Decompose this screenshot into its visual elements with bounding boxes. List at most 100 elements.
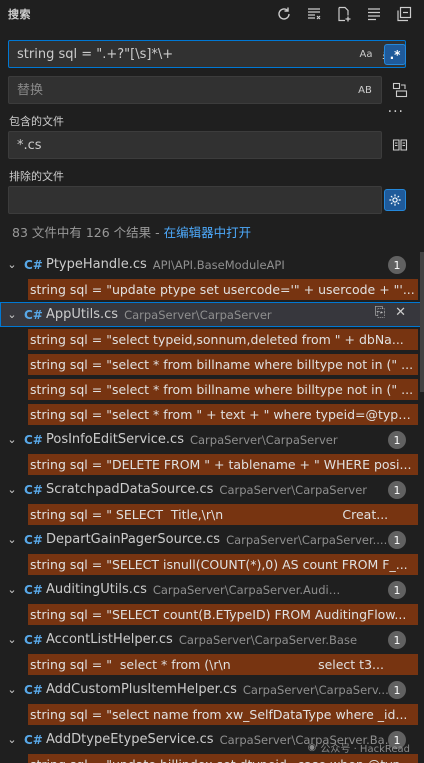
result-file-row[interactable]: ⌄ C# AuditingUtils.cs CarpaServer\CarpaServ… [0, 577, 424, 602]
match-text: string sql = " select * from (\r\n selec… [30, 657, 384, 672]
results-summary: 83 文件中有 126 个结果 - 在编辑器中打开 [12, 222, 251, 241]
include-files-label: 包含的文件 [9, 115, 64, 128]
result-file-row[interactable]: ⌄ C# PosInfoEditService.cs CarpaServer\Carp… [0, 427, 424, 452]
match-count-badge: 1 [388, 431, 406, 449]
include-box [8, 131, 382, 159]
match-text: string sql = "select * from billname whe… [30, 357, 414, 372]
result-file-path: API\API.BaseModuleAPI [152, 257, 285, 272]
chevron-down-icon[interactable]: ⌄ [4, 733, 20, 746]
result-file-row[interactable]: ⌄ C# AccontListHelper.cs CarpaServer\CarpaS… [0, 627, 424, 652]
match-count-badge: 1 [388, 531, 406, 549]
result-match-row[interactable]: string sql = "SELECT isnull(COUNT(*),0) … [0, 552, 424, 577]
result-file-path: CarpaServer\CarpaServ... [242, 682, 389, 697]
exclude-files-input[interactable] [17, 192, 375, 208]
chevron-down-icon[interactable]: ⌄ [4, 308, 20, 321]
toggle-search-details-icon[interactable]: ··· [388, 104, 404, 120]
view-as-tree-icon[interactable] [362, 3, 386, 25]
match-text: string sql = "select * from billname whe… [30, 382, 414, 397]
result-file-name: ScratchpadDataSource.cs [46, 482, 214, 497]
wechat-icon: ◉ [307, 742, 317, 753]
result-file-name: AddCustomPlusItemHelper.cs [46, 682, 237, 697]
search-only-open-editors-icon[interactable] [390, 135, 410, 155]
watermark-text: 公众号 · HackRead [320, 744, 410, 755]
exclude-files-label: 排除的文件 [9, 170, 64, 183]
csharp-file-icon: C# [24, 532, 43, 547]
csharp-file-icon: C# [24, 307, 43, 322]
results-tree: ⌄ C# PtypeHandle.cs API\API.BaseModuleAPI 1 s… [0, 252, 424, 763]
chevron-down-icon[interactable]: ⌄ [4, 633, 20, 646]
result-file-row[interactable]: ⌄ C# AppUtils.cs CarpaServer\CarpaServer ⎘ ✕ [0, 302, 424, 327]
chevron-down-icon[interactable]: ⌄ [4, 433, 20, 446]
result-file-row[interactable]: ⌄ C# AddCustomPlusItemHelper.cs CarpaServer… [0, 677, 424, 702]
result-file-name: DepartGainPagerSource.cs [46, 532, 221, 547]
chevron-down-icon[interactable]: ⌄ [4, 583, 20, 596]
replace-input[interactable] [17, 82, 355, 98]
collapse-all-icon[interactable] [392, 3, 416, 25]
result-file-name: AppUtils.cs [46, 307, 119, 322]
new-search-editor-icon[interactable] [332, 3, 356, 25]
chevron-down-icon[interactable]: ⌄ [4, 683, 20, 696]
result-file-path: CarpaServer\CarpaServer.Base [178, 632, 358, 647]
result-match-row[interactable]: string sql = "select typeid,sonnum,delet… [0, 327, 424, 352]
result-file-name: AccontListHelper.cs [46, 632, 173, 647]
result-match-row[interactable]: string sql = "DELETE FROM " + tablename … [0, 452, 424, 477]
match-text: string sql = " SELECT Title,\r\n Creat..… [30, 507, 389, 522]
result-file-name: PosInfoEditService.cs [46, 432, 184, 447]
result-file-name: AuditingUtils.cs [46, 582, 147, 597]
result-match-row[interactable]: string sql = " SELECT Title,\r\n Creat..… [0, 502, 424, 527]
match-text: string sql = "SELECT count(B.ETypeID) FR… [30, 607, 407, 622]
refresh-icon[interactable] [272, 3, 296, 25]
results-scrollbar[interactable] [420, 252, 424, 392]
exclude-box [8, 186, 382, 214]
chevron-down-icon[interactable]: ⌄ [4, 533, 20, 546]
header-actions [272, 3, 416, 25]
use-exclude-settings-icon[interactable] [384, 189, 406, 211]
result-match-row[interactable]: string sql = "select * from billname whe… [0, 352, 424, 377]
result-file-path: CarpaServer\CarpaServer [189, 432, 338, 447]
replace-all-icon[interactable] [390, 80, 410, 100]
csharp-file-icon: C# [24, 582, 43, 597]
search-box: Aa ab [8, 40, 406, 68]
replace-in-file-icon[interactable]: ⎘ [375, 305, 385, 320]
csharp-file-icon: C# [24, 482, 43, 497]
csharp-file-icon: C# [24, 732, 43, 747]
dismiss-icon[interactable]: ✕ [395, 305, 406, 320]
file-row-actions: ⎘ ✕ [375, 305, 406, 320]
result-file-path: CarpaServer\CarpaServer.Auditing [152, 582, 343, 597]
match-text: string sql = "SELECT isnull(COUNT(*),0) … [30, 557, 408, 572]
result-match-row[interactable]: string sql = "update ptype set usercode=… [0, 277, 424, 302]
match-text: string sql = "select typeid,sonnum,delet… [30, 332, 404, 347]
results-count-text: 83 文件中有 126 个结果 - [12, 225, 164, 240]
result-match-row[interactable]: string sql = "select * from billname whe… [0, 377, 424, 402]
search-view-header: 搜索 [0, 0, 424, 28]
result-file-row[interactable]: ⌄ C# PtypeHandle.cs API\API.BaseModuleAPI 1 [0, 252, 424, 277]
match-text: string sql = "select * from " + text + "… [30, 407, 416, 422]
result-match-row[interactable]: string sql = " select * from (\r\n selec… [0, 652, 424, 677]
match-text: string sql = "select name from xw_SelfDa… [30, 707, 408, 722]
result-file-row[interactable]: ⌄ C# DepartGainPagerSource.cs CarpaServer\C… [0, 527, 424, 552]
csharp-file-icon: C# [24, 432, 43, 447]
open-in-editor-link[interactable]: 在编辑器中打开 [164, 225, 252, 240]
match-count-badge: 1 [388, 481, 406, 499]
preserve-case-toggle[interactable]: AB [355, 80, 375, 100]
use-regex-toggle[interactable]: .* [384, 44, 406, 65]
clear-results-icon[interactable] [302, 3, 326, 25]
search-input[interactable] [17, 46, 356, 62]
match-count-badge: 1 [388, 581, 406, 599]
result-match-row[interactable]: string sql = "SELECT count(B.ETypeID) FR… [0, 602, 424, 627]
match-count-badge: 1 [388, 681, 406, 699]
chevron-down-icon[interactable]: ⌄ [4, 483, 20, 496]
match-count-badge: 1 [388, 256, 406, 274]
match-text: string sql = "update ptype set usercode=… [30, 282, 415, 297]
replace-box: AB [8, 76, 382, 104]
include-files-input[interactable] [17, 137, 375, 153]
search-view-title: 搜索 [8, 8, 31, 21]
result-file-row[interactable]: ⌄ C# ScratchpadDataSource.cs CarpaServer\Ca… [0, 477, 424, 502]
result-match-row[interactable]: string sql = "select * from " + text + "… [0, 402, 424, 427]
result-match-row[interactable]: string sql = "select name from xw_SelfDa… [0, 702, 424, 727]
match-text: string sql = "update billindex set dtype… [28, 757, 416, 763]
csharp-file-icon: C# [24, 632, 43, 647]
watermark: ◉ 公众号 · HackRead [308, 740, 410, 755]
chevron-down-icon[interactable]: ⌄ [4, 258, 20, 271]
match-case-toggle[interactable]: Aa [356, 44, 376, 64]
